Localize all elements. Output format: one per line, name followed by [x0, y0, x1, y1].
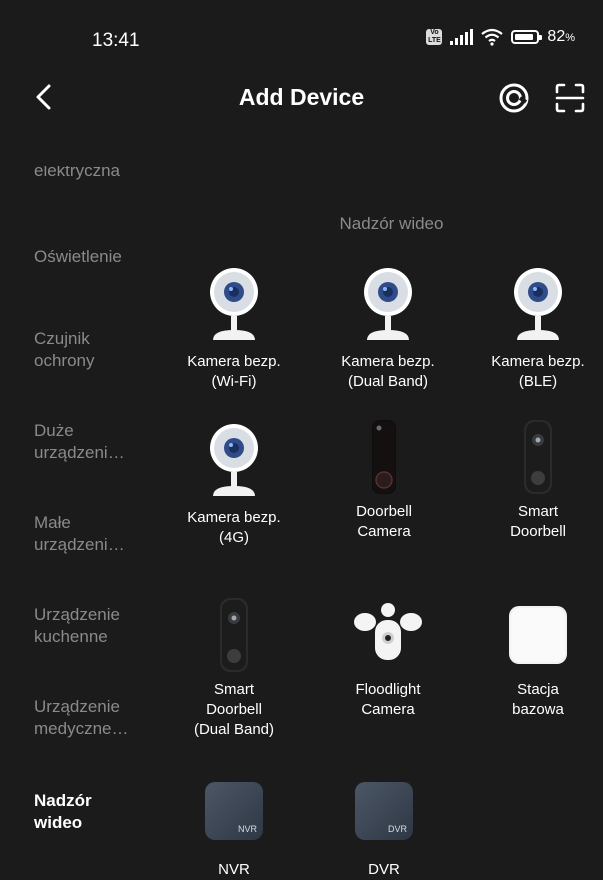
sidebar-item-urzadzenie-kuchenne[interactable]: Urządzenie kuchenne [34, 604, 174, 648]
base-station-icon [509, 606, 567, 664]
auto-scan-icon[interactable] [498, 82, 530, 114]
device-label: Smart Doorbell [510, 503, 566, 540]
camera-icon [210, 268, 258, 340]
category-sidebar: elektryczna Oświetlenie Czujnik ochrony … [0, 150, 180, 868]
wifi-icon [481, 28, 504, 46]
device-label: Kamera bezp. (Wi-Fi) [187, 353, 281, 390]
app-header: Add Device [0, 70, 603, 126]
device-label: Kamera bezp. (Dual Band) [341, 353, 435, 390]
status-icons: Vo LTE 82% [426, 28, 575, 46]
floodlight-camera-icon [354, 603, 422, 660]
nvr-icon: NVR [199, 776, 269, 852]
smart-doorbell-icon [220, 598, 248, 672]
device-label: Kamera bezp. (BLE) [491, 353, 585, 390]
volte-icon: Vo LTE [426, 29, 443, 45]
sidebar-item-urzadzenie-medyczne[interactable]: Urządzenie medyczne… [34, 696, 174, 740]
device-label: Kamera bezp. (4G) [187, 509, 281, 546]
doorbell-camera-icon [372, 420, 396, 494]
signal-icon [450, 29, 474, 45]
camera-icon [514, 268, 562, 340]
sidebar-item-nadzor-wideo[interactable]: Nadzór wideo [34, 790, 174, 834]
qr-scan-icon[interactable] [554, 82, 586, 114]
section-title: Nadzór wideo [339, 214, 444, 233]
smart-doorbell-icon [524, 420, 552, 494]
sidebar-item-male-urzadzenia[interactable]: Małe urządzeni… [34, 512, 174, 556]
camera-icon [364, 268, 412, 340]
battery-percentage: 82% [547, 28, 575, 45]
status-time: 13:41 [92, 30, 140, 51]
device-label: NVR [218, 861, 250, 878]
status-bar: 13:41 Vo LTE 82% [0, 0, 603, 80]
sidebar-item-czujnik-ochrony[interactable]: Czujnik ochrony [34, 328, 174, 372]
dvr-icon: DVR [349, 776, 419, 852]
device-label: Doorbell Camera [356, 503, 412, 540]
device-label: Stacja bazowa [512, 681, 564, 718]
device-label: DVR [368, 861, 400, 878]
device-label: Smart Doorbell (Dual Band) [193, 681, 275, 738]
sidebar-item-duze-urzadzenia[interactable]: Duże urządzeni… [34, 420, 174, 464]
sidebar-item-elektryczna[interactable]: elektryczna [34, 166, 174, 182]
sidebar-item-oswietlenie[interactable]: Oświetlenie [34, 246, 174, 268]
camera-icon [210, 424, 258, 496]
device-label: Floodlight Camera [355, 681, 421, 718]
battery-icon [511, 30, 543, 44]
